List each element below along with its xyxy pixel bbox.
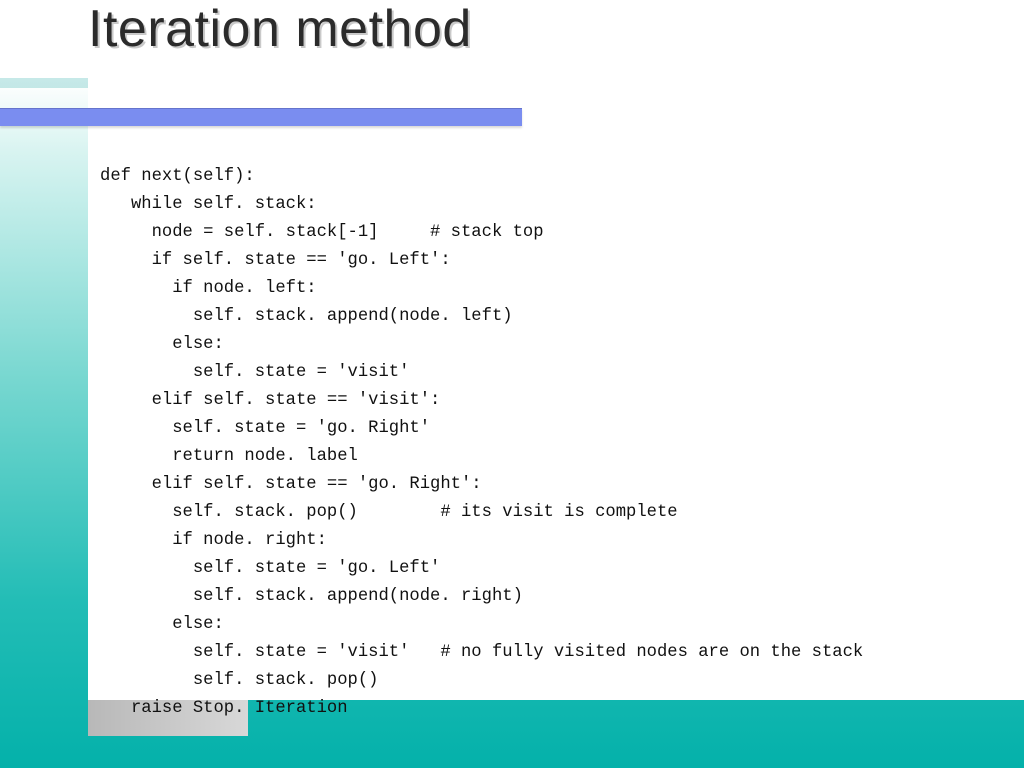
code-block: def next(self): while self. stack: node … [100, 163, 863, 723]
title-underline-bar [0, 108, 522, 126]
code-line: if self. state == 'go. Left': [100, 251, 451, 270]
code-line: self. stack. pop() # its visit is comple… [100, 503, 678, 522]
code-line: self. state = 'visit' # no fully visited… [100, 643, 863, 662]
code-line: node = self. stack[-1] # stack top [100, 223, 544, 242]
page-title: Iteration method [88, 0, 472, 58]
code-line: def next(self): [100, 167, 255, 186]
code-line: self. stack. append(node. left) [100, 307, 513, 326]
code-line: if node. left: [100, 279, 317, 298]
code-line: raise Stop. Iteration [100, 699, 348, 718]
code-line: elif self. state == 'go. Right': [100, 475, 482, 494]
code-line: elif self. state == 'visit': [100, 391, 440, 410]
code-line: self. stack. pop() [100, 671, 378, 690]
code-line: else: [100, 335, 224, 354]
code-line: else: [100, 615, 224, 634]
code-line: self. stack. append(node. right) [100, 587, 523, 606]
title-area: Iteration method Iteration method [88, 2, 988, 82]
code-line: self. state = 'go. Right' [100, 419, 430, 438]
code-line: self. state = 'go. Left' [100, 559, 440, 578]
background-accent-strip [0, 78, 88, 88]
code-line: return node. label [100, 447, 358, 466]
code-line: self. state = 'visit' [100, 363, 409, 382]
code-line: while self. stack: [100, 195, 317, 214]
code-line: if node. right: [100, 531, 327, 550]
slide: Iteration method Iteration method def ne… [0, 0, 1024, 768]
